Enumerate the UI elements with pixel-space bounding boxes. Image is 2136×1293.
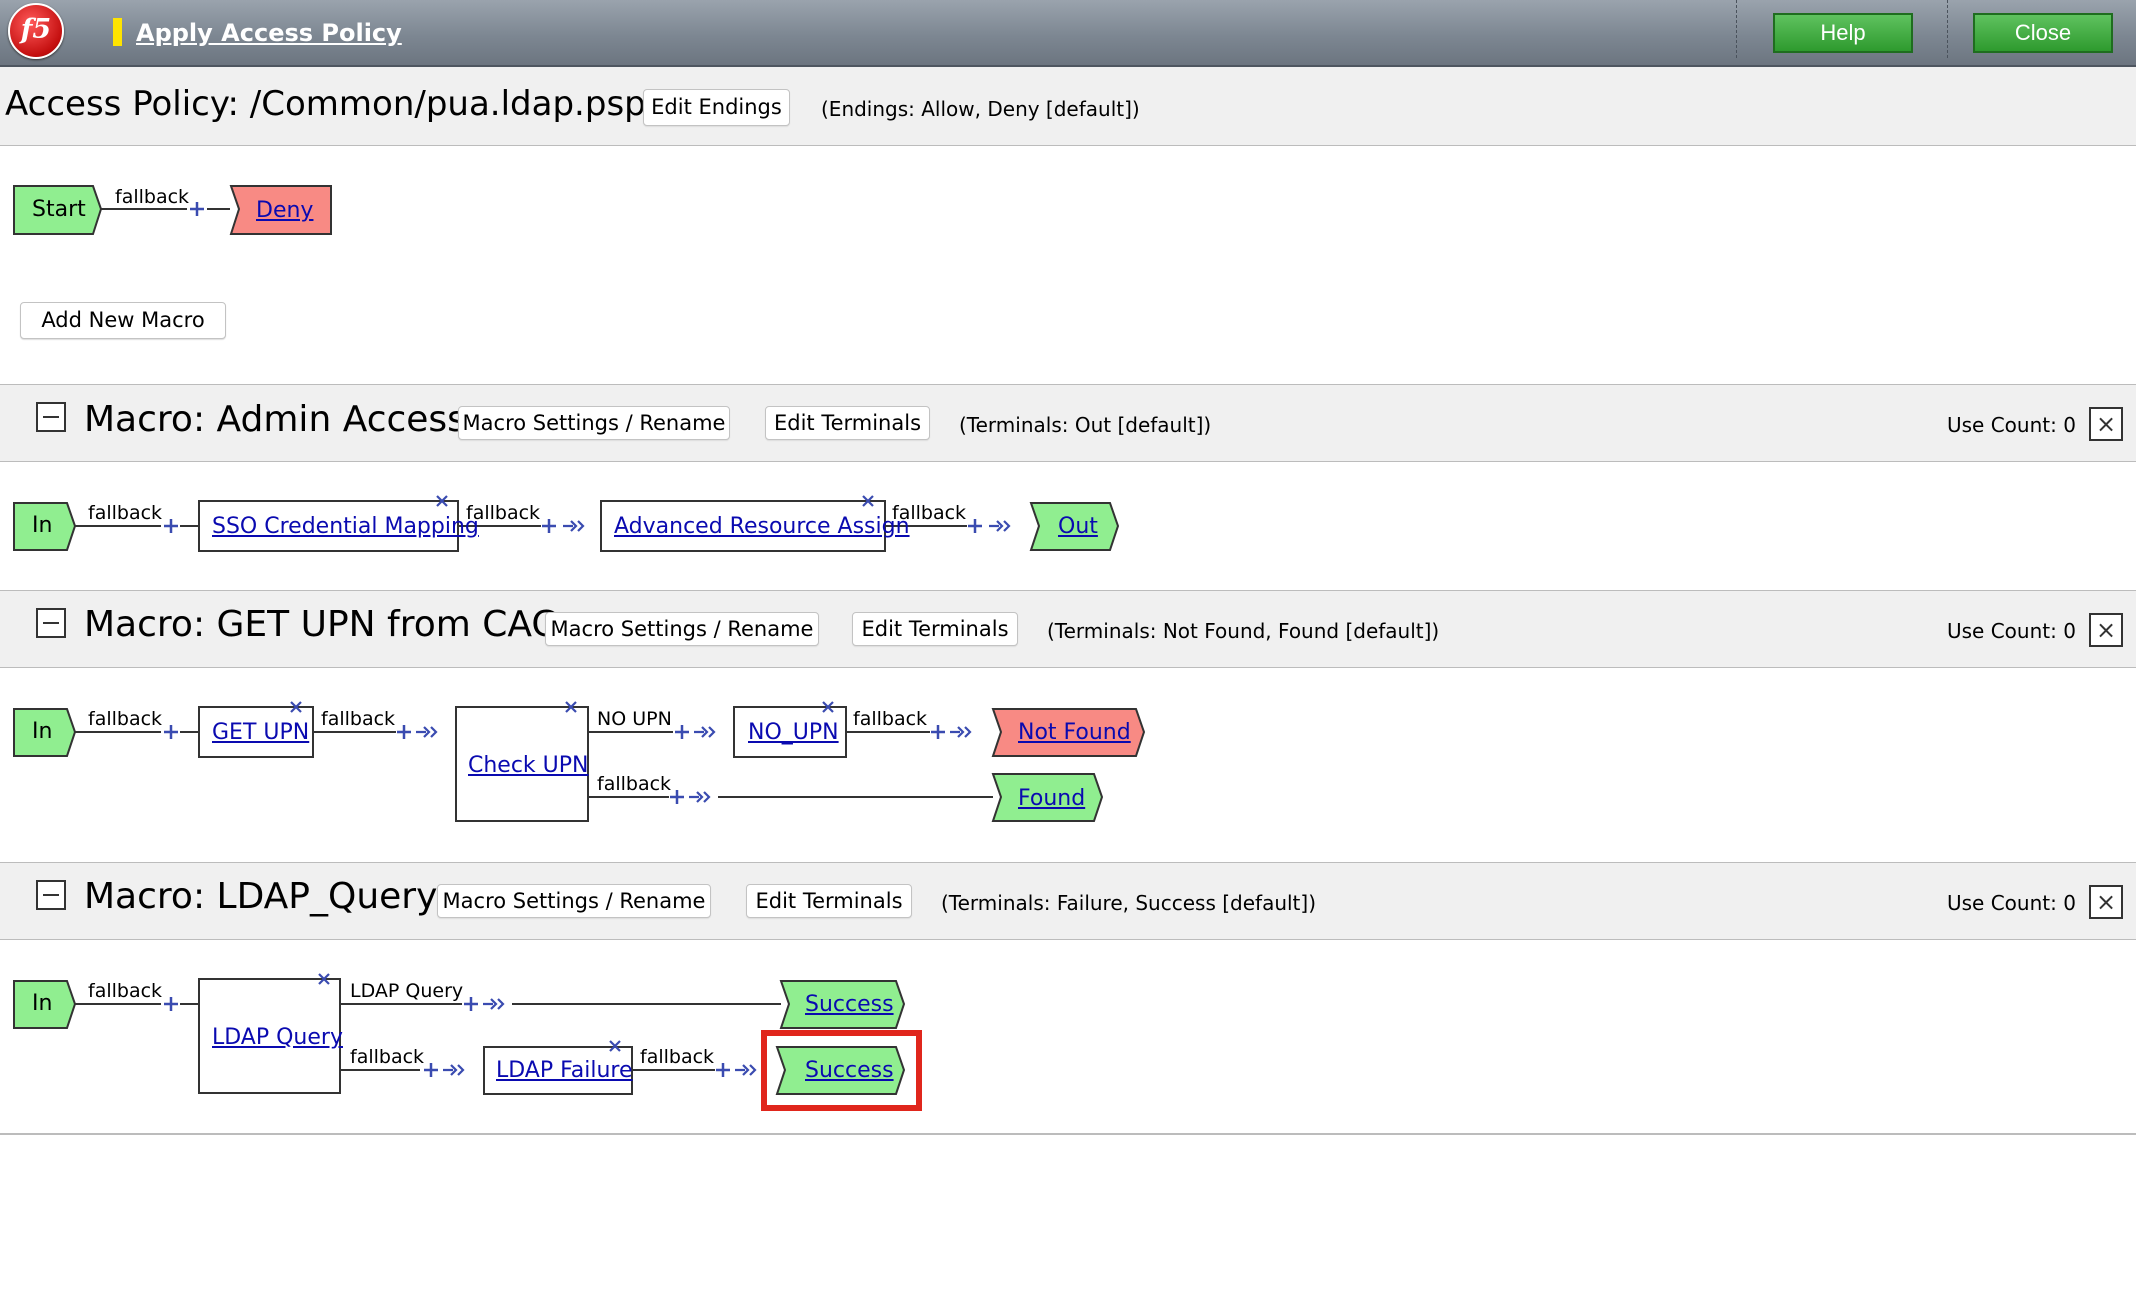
success-terminal-link[interactable]: Success (805, 992, 894, 1018)
start-label[interactable]: Start (32, 197, 86, 223)
deny-terminal-link[interactable]: Deny (256, 198, 313, 224)
sso-credential-mapping-link[interactable]: SSO Credential Mapping (212, 514, 479, 540)
success-terminal-link-highlighted[interactable]: Success (805, 1058, 894, 1084)
branch-label: fallback (88, 980, 163, 1002)
branch-label: fallback (321, 708, 396, 730)
get-upn-link[interactable]: GET UPN (212, 720, 309, 746)
branch-label: NO UPN (597, 708, 672, 730)
branch-label: fallback (350, 1046, 425, 1068)
flow-diagram (13, 185, 1146, 1111)
in-label: In (32, 719, 53, 744)
branch-label: fallback (88, 708, 163, 730)
branch-label: fallback (466, 502, 541, 524)
branch-label: fallback (115, 186, 190, 208)
branch-label: fallback (640, 1046, 715, 1068)
no-upn-link[interactable]: NO_UPN (748, 720, 839, 746)
check-upn-link[interactable]: Check UPN (468, 753, 589, 779)
ldap-failure-link[interactable]: LDAP Failure (496, 1058, 633, 1084)
in-label: In (32, 991, 53, 1016)
found-terminal-link[interactable]: Found (1018, 786, 1085, 812)
not-found-terminal-link[interactable]: Not Found (1018, 720, 1131, 746)
in-label: In (32, 513, 53, 538)
add-new-macro-button[interactable]: Add New Macro (20, 302, 226, 339)
branch-label: fallback (88, 502, 163, 524)
out-terminal-link[interactable]: Out (1058, 514, 1098, 540)
branch-label: fallback (597, 773, 672, 795)
ldap-query-link[interactable]: LDAP Query (212, 1025, 343, 1051)
branch-label: fallback (892, 502, 967, 524)
branch-label: LDAP Query (350, 980, 464, 1002)
branch-label: fallback (853, 708, 928, 730)
add-item-icon (164, 202, 982, 1077)
advanced-resource-assign-link[interactable]: Advanced Resource Assign (614, 514, 910, 540)
